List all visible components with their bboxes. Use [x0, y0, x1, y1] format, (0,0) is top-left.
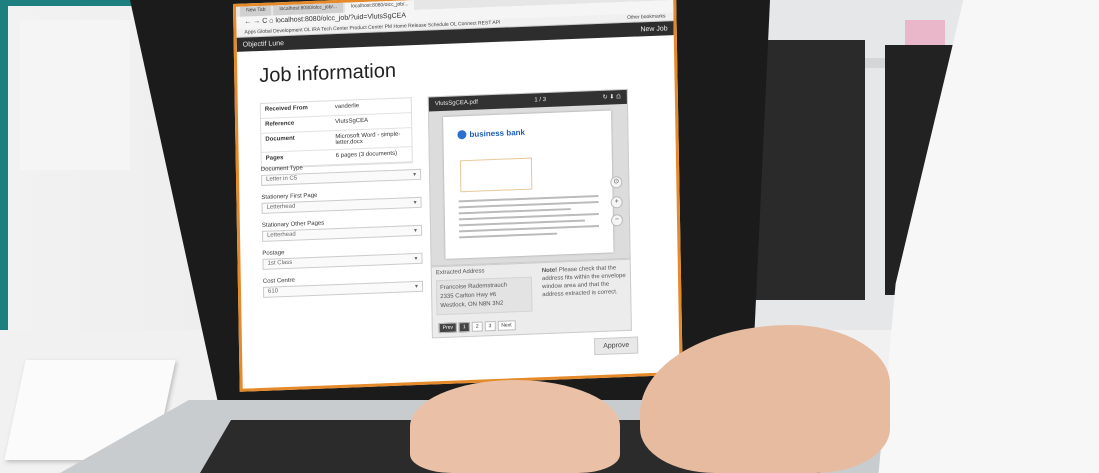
- pagination: Prev 1 2 3 Next: [438, 320, 516, 334]
- pdf-filename: VlutsSgCEA.pdf: [434, 99, 478, 108]
- back-icon[interactable]: ←: [244, 18, 251, 25]
- next-button[interactable]: Next: [497, 320, 516, 331]
- extracted-address-box: Francoise Rademstrauch 2335 Carlton Hwy …: [435, 276, 533, 316]
- zoom-out-icon[interactable]: −: [610, 214, 624, 227]
- envelope-window-box: [459, 157, 533, 193]
- other-bookmarks[interactable]: Other bookmarks: [627, 13, 665, 20]
- home-icon[interactable]: ⌂: [269, 17, 273, 24]
- page-button[interactable]: 3: [484, 320, 496, 332]
- background-window: [20, 20, 130, 170]
- info-key: Reference: [265, 120, 295, 128]
- approve-button[interactable]: Approve: [594, 336, 639, 356]
- extracted-address-section: Extracted Address Francoise Rademstrauch…: [436, 267, 533, 316]
- brand-label[interactable]: Objectif Lune: [243, 40, 284, 49]
- photo-scene: New Tab localhost:8080/olcc_job/... loca…: [0, 0, 1099, 473]
- extracted-address-panel: Extracted Address Francoise Rademstrauch…: [430, 258, 632, 339]
- print-icon[interactable]: ⎙: [616, 94, 621, 100]
- pdf-toolbar: VlutsSgCEA.pdf 1 / 3 ↻ ⬇ ⎙: [428, 89, 627, 112]
- rotate-icon[interactable]: ↻: [603, 95, 608, 101]
- page-counter: 1 / 3: [534, 96, 547, 104]
- field-postage: Postage 1st Class ▾: [262, 245, 423, 270]
- forward-icon[interactable]: →: [253, 18, 260, 25]
- chevron-down-icon: ▾: [414, 255, 418, 263]
- page-button[interactable]: 2: [471, 321, 483, 332]
- shelf-decor: [905, 20, 945, 45]
- info-key: Received From: [264, 105, 308, 113]
- chevron-down-icon: ▾: [414, 283, 419, 291]
- zoom-in-icon[interactable]: +: [610, 196, 623, 209]
- chevron-down-icon: ▾: [413, 199, 417, 207]
- browser-tab[interactable]: New Tab: [240, 5, 272, 17]
- letter-body-lines: [458, 194, 600, 242]
- pdf-page: business bank: [443, 110, 614, 259]
- prev-button[interactable]: Prev: [438, 322, 458, 334]
- extracted-address-label: Extracted Address: [435, 268, 485, 277]
- business-bank-logo: business bank: [457, 128, 525, 140]
- field-stationery-first: Stationery First Page Letterhead ▾: [261, 189, 422, 214]
- page-title: Job information: [259, 59, 397, 87]
- left-hand: [410, 380, 620, 473]
- job-info-table: Received From vanderlie Reference VlutsS…: [259, 97, 413, 169]
- pdf-viewer: VlutsSgCEA.pdf 1 / 3 ↻ ⬇ ⎙ business bank: [427, 88, 631, 267]
- job-options-form: Document Type Letter in C5 ▾ Stationery F…: [261, 161, 424, 307]
- zoom-fit-icon[interactable]: ⊙: [610, 176, 623, 189]
- info-value: Microsoft Word - simple-letter.docx: [335, 131, 401, 147]
- reload-icon[interactable]: C: [262, 18, 267, 25]
- chevron-down-icon: ▾: [413, 227, 418, 235]
- chevron-down-icon: ▾: [413, 171, 417, 179]
- address-line: Westlock, ON N8N 3N2: [440, 300, 504, 310]
- laptop-screen: New Tab localhost:8080/olcc_job/... loca…: [233, 0, 683, 392]
- new-job-link[interactable]: New Job: [640, 25, 667, 33]
- note-bold: Note!: [541, 267, 558, 275]
- download-icon[interactable]: ⬇: [609, 94, 614, 100]
- address-note: Note! Please check that the address fits…: [542, 264, 627, 299]
- field-cost-centre: Cost Centre 610 ▾: [263, 273, 424, 298]
- info-key: Document: [265, 135, 295, 143]
- page-button[interactable]: 1: [458, 321, 470, 333]
- field-stationary-other: Stationary Other Pages Letterhead ▾: [262, 217, 423, 242]
